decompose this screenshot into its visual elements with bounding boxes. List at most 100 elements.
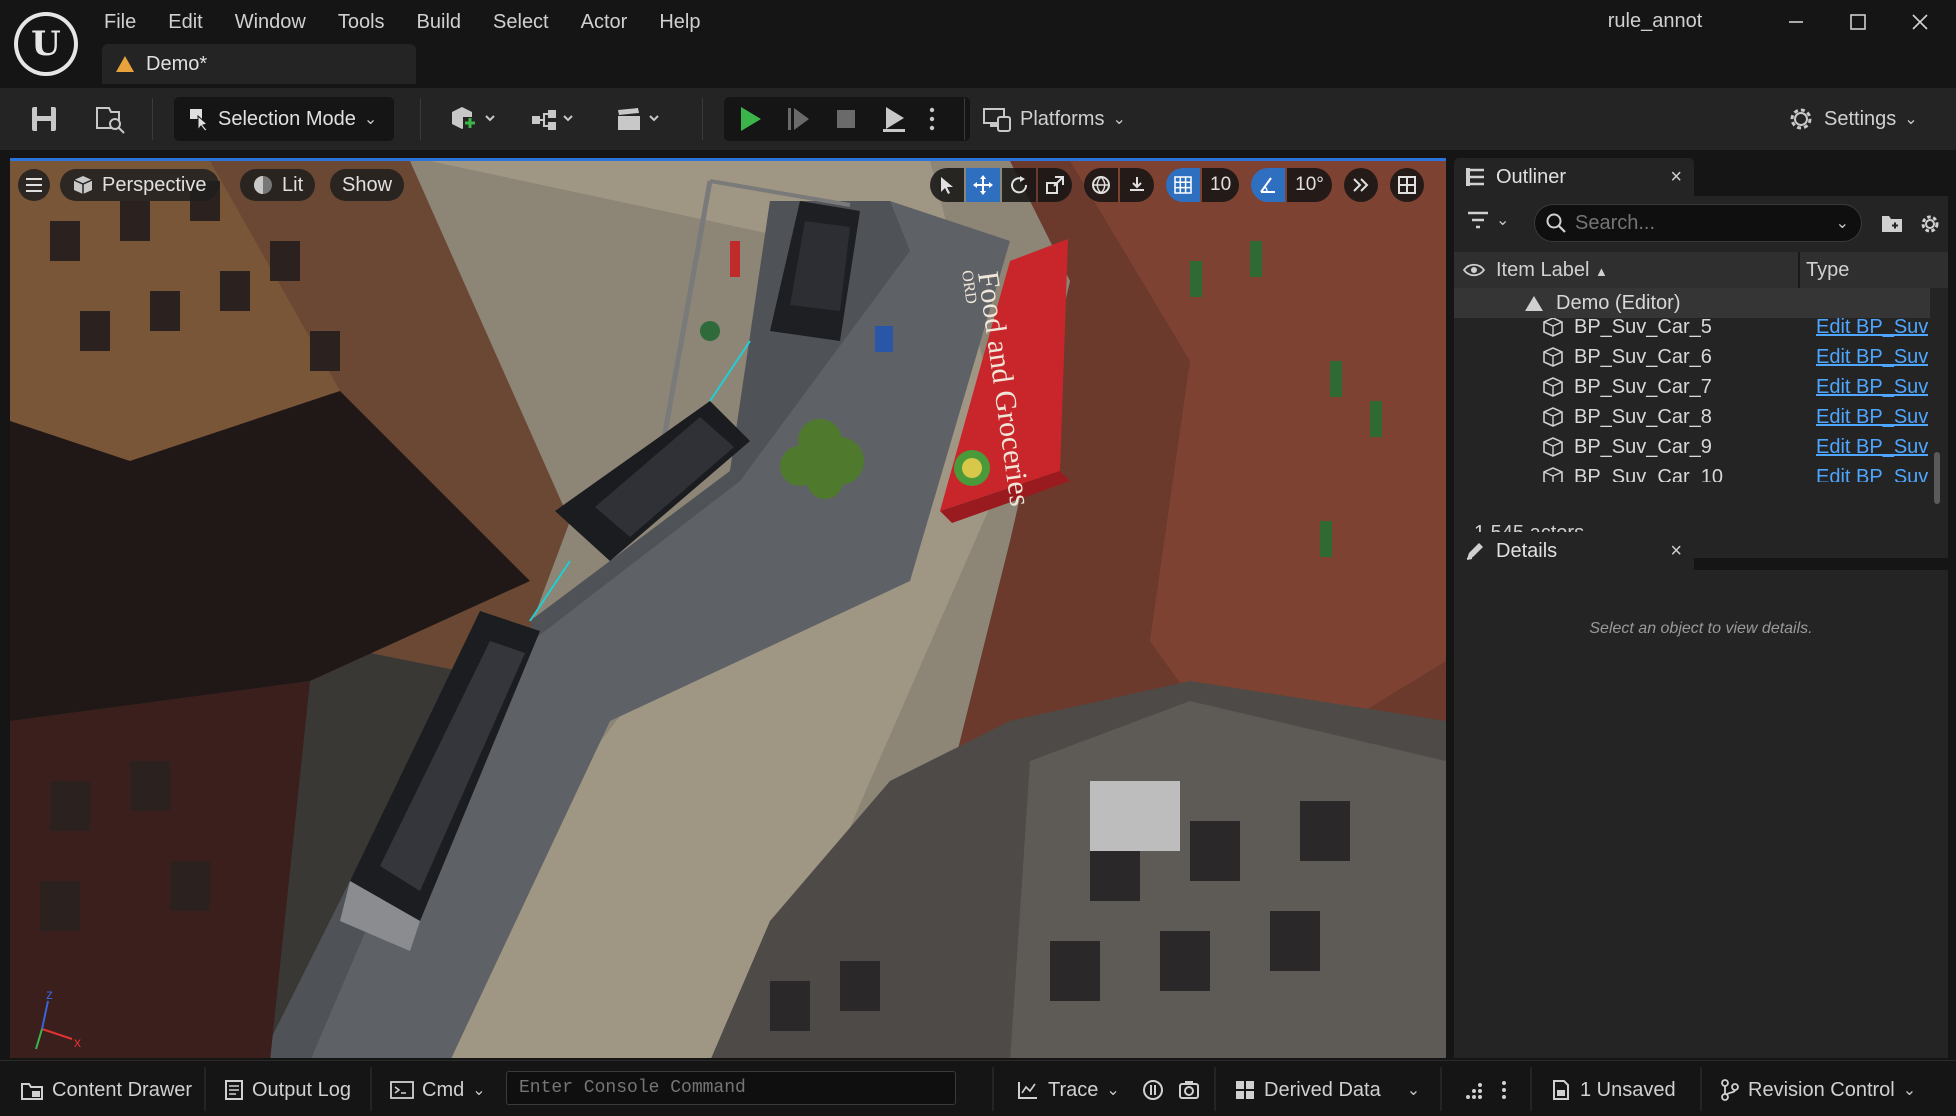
show-flags-button[interactable]: Show bbox=[330, 169, 405, 201]
eye-icon[interactable] bbox=[1462, 261, 1486, 279]
console-command-input[interactable] bbox=[506, 1071, 956, 1105]
list-item[interactable]: BP_Suv_Car_6 Edit BP_Suv_ bbox=[1454, 342, 1948, 372]
world-local-toggle[interactable] bbox=[1084, 168, 1118, 202]
actor-type-link[interactable]: Edit BP_Suv_ bbox=[1816, 376, 1928, 399]
play-button[interactable] bbox=[728, 102, 772, 136]
source-control-status[interactable] bbox=[1464, 1075, 1486, 1105]
menu-tools[interactable]: Tools bbox=[322, 8, 401, 36]
outliner-search[interactable]: ⌄ bbox=[1534, 204, 1862, 242]
scale-mode-button[interactable] bbox=[1038, 168, 1072, 202]
level-viewport[interactable]: Food and Groceries ORD x z Perspective L… bbox=[10, 158, 1446, 1058]
list-item[interactable]: BP_Suv_Car_8 Edit BP_Suv_ bbox=[1454, 402, 1948, 432]
cmd-dropdown[interactable]: Cmd ⌄ bbox=[390, 1075, 486, 1105]
actor-type-link[interactable]: Edit BP_Suv_ bbox=[1816, 316, 1928, 339]
platforms-dropdown[interactable]: Platforms ⌄ bbox=[982, 102, 1126, 136]
revision-control-dropdown[interactable]: Revision Control ⌄ bbox=[1720, 1075, 1916, 1105]
play-options-button[interactable] bbox=[920, 102, 944, 136]
select-mode-button[interactable] bbox=[930, 168, 964, 202]
viewport-options-button[interactable] bbox=[18, 169, 50, 201]
angle-icon bbox=[1260, 177, 1276, 193]
selection-mode-dropdown[interactable]: Selection Mode ⌄ bbox=[174, 97, 394, 141]
list-item[interactable]: BP_Suv_Car_9 Edit BP_Suv_ bbox=[1454, 432, 1948, 462]
outliner-settings-button[interactable] bbox=[1918, 212, 1942, 236]
advance-frame-button[interactable] bbox=[776, 102, 820, 136]
search-input[interactable] bbox=[1575, 211, 1815, 235]
details-tab-label: Details bbox=[1496, 539, 1558, 562]
menu-select[interactable]: Select bbox=[477, 8, 565, 36]
browse-content-button[interactable] bbox=[90, 102, 130, 136]
maximize-button[interactable] bbox=[1830, 6, 1886, 38]
surface-snapping-button[interactable] bbox=[1120, 168, 1154, 202]
outliner-icon bbox=[1466, 168, 1484, 186]
minimize-button[interactable] bbox=[1768, 6, 1824, 38]
more-tools-button[interactable] bbox=[1343, 168, 1378, 202]
blueprint-button[interactable] bbox=[526, 102, 584, 136]
settings-label: Settings bbox=[1824, 107, 1897, 130]
grid-icon bbox=[1174, 176, 1192, 194]
menu-help[interactable]: Help bbox=[643, 8, 716, 36]
translate-mode-button[interactable] bbox=[966, 168, 1000, 202]
statusbar-divider bbox=[1700, 1067, 1702, 1111]
rotation-snap-toggle[interactable] bbox=[1251, 168, 1286, 202]
filter-button[interactable]: ⌄ bbox=[1466, 210, 1509, 230]
screenshot-button[interactable] bbox=[1178, 1075, 1200, 1105]
chevron-down-icon: ⌄ bbox=[363, 111, 378, 128]
stop-button[interactable] bbox=[824, 102, 868, 136]
eject-button[interactable] bbox=[872, 102, 916, 136]
close-icon[interactable]: × bbox=[1670, 540, 1682, 563]
close-window-button[interactable] bbox=[1892, 6, 1948, 38]
outliner-scrollbar[interactable] bbox=[1934, 452, 1940, 504]
menu-edit[interactable]: Edit bbox=[152, 8, 218, 36]
actor-type-link[interactable]: Edit BP_Suv_ bbox=[1816, 436, 1928, 459]
world-row[interactable]: Demo (Editor) bbox=[1454, 288, 1930, 318]
trace-dropdown[interactable]: Trace ⌄ bbox=[1016, 1075, 1120, 1105]
add-actor-button[interactable] bbox=[446, 102, 504, 136]
cinematics-button[interactable] bbox=[612, 102, 670, 136]
settings-dropdown[interactable]: Settings ⌄ bbox=[1786, 102, 1918, 136]
perspective-button[interactable]: Perspective bbox=[60, 169, 219, 201]
content-drawer-button[interactable]: Content Drawer bbox=[20, 1075, 192, 1105]
grid-snap-value[interactable]: 10 bbox=[1202, 168, 1240, 202]
selection-mode-label: Selection Mode bbox=[218, 107, 356, 130]
menu-file[interactable]: File bbox=[88, 8, 152, 36]
add-folder-button[interactable] bbox=[1880, 212, 1904, 234]
menu-window[interactable]: Window bbox=[219, 8, 322, 36]
chevron-down-icon: ⌄ bbox=[472, 1082, 486, 1099]
unsaved-button[interactable]: 1 Unsaved bbox=[1550, 1075, 1676, 1105]
close-icon bbox=[1912, 14, 1928, 30]
actor-type-link[interactable]: Edit BP_Suv_ bbox=[1816, 346, 1928, 369]
column-type[interactable]: Type bbox=[1806, 259, 1849, 282]
list-item[interactable]: BP_Suv_Car_7 Edit BP_Suv_ bbox=[1454, 372, 1948, 402]
chevron-down-icon[interactable]: ⌄ bbox=[1836, 213, 1849, 233]
cursor-arrow-icon bbox=[941, 177, 953, 194]
actor-type-link[interactable]: Edit BP_Suv_ bbox=[1816, 406, 1928, 429]
save-button[interactable] bbox=[26, 102, 62, 136]
rotation-snap-value[interactable]: 10° bbox=[1287, 168, 1332, 202]
actor-name: BP_Suv_Car_9 bbox=[1574, 435, 1712, 458]
details-tab[interactable]: Details × bbox=[1454, 532, 1694, 570]
actor-mesh-icon bbox=[1543, 317, 1563, 337]
output-log-button[interactable]: Output Log bbox=[224, 1075, 351, 1105]
svg-text:x: x bbox=[74, 1034, 81, 1050]
column-divider[interactable] bbox=[1798, 252, 1800, 288]
document-tab[interactable]: Demo* bbox=[102, 44, 416, 84]
trace-record-button[interactable] bbox=[1142, 1075, 1164, 1105]
statusbar-divider bbox=[1214, 1067, 1216, 1111]
grid-snap-toggle[interactable] bbox=[1166, 168, 1200, 202]
derived-data-dropdown[interactable]: Derived Data ⌄ bbox=[1234, 1075, 1420, 1105]
list-item[interactable]: BP_Suv_Car_10 Edit BP_Suv_ bbox=[1454, 462, 1948, 482]
actor-type-link[interactable]: Edit BP_Suv_ bbox=[1816, 466, 1928, 483]
menu-actor[interactable]: Actor bbox=[565, 8, 644, 36]
view-mode-lit-button[interactable]: Lit bbox=[240, 169, 316, 201]
rotate-mode-button[interactable] bbox=[1002, 168, 1036, 202]
unreal-logo-icon[interactable]: U bbox=[14, 12, 78, 76]
column-item-label[interactable]: Item Label ▲ bbox=[1496, 259, 1608, 282]
status-options-button[interactable] bbox=[1500, 1075, 1508, 1105]
chevron-down-icon: ⌄ bbox=[1406, 1082, 1421, 1099]
outliner-tab[interactable]: Outliner × bbox=[1454, 158, 1694, 196]
viewport-layout-button[interactable] bbox=[1389, 168, 1424, 202]
menu-build[interactable]: Build bbox=[401, 8, 477, 36]
close-icon[interactable]: × bbox=[1670, 166, 1682, 189]
transform-toolbar: 10 10° bbox=[930, 167, 1426, 203]
lit-label: Lit bbox=[282, 173, 304, 196]
